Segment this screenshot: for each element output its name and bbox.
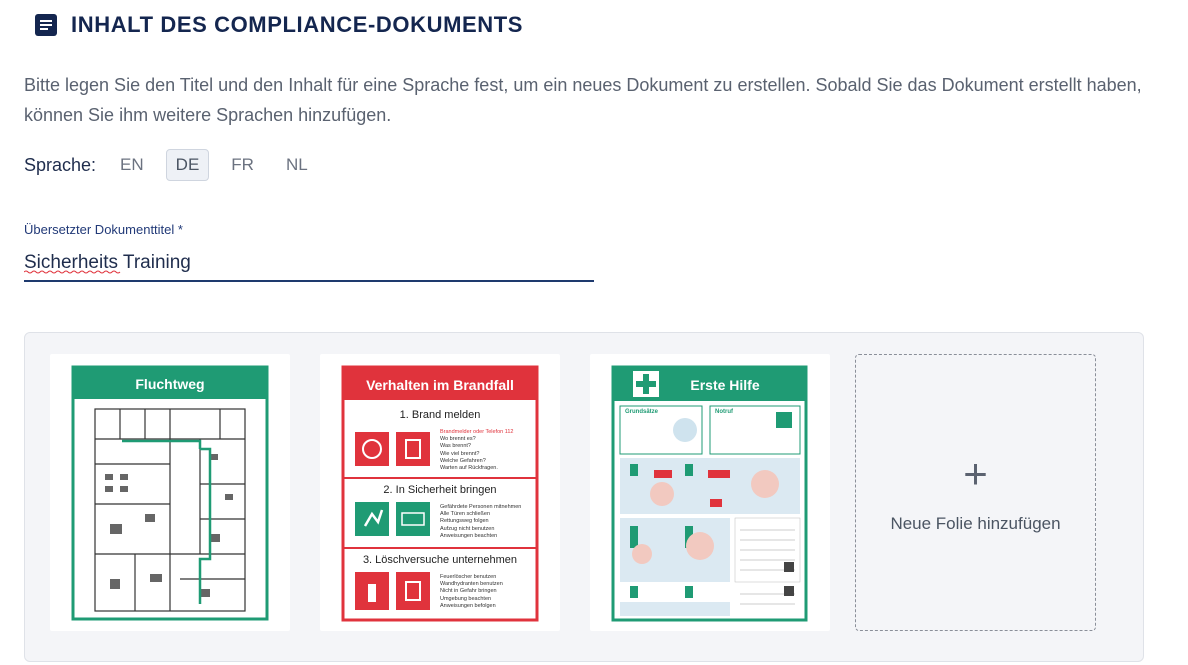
plus-icon: + xyxy=(963,450,988,497)
slide-fluchtweg[interactable]: Fluchtweg xyxy=(50,354,290,631)
section-lines-1: Brandmelder oder Telefon 112 Wo brennt e… xyxy=(440,429,514,472)
language-option-de[interactable]: DE xyxy=(165,149,210,181)
slide-title: Fluchtweg xyxy=(135,376,205,392)
section-line: Wie viel brennt? xyxy=(440,450,480,457)
language-option-en[interactable]: EN xyxy=(110,149,154,181)
escape-plan-thumbnail xyxy=(71,365,269,621)
section-lines-3: Feuerlöscher benutzen Wandhydranten benu… xyxy=(440,574,503,610)
section-line: Was brennt? xyxy=(440,443,471,450)
language-label: Sprache: xyxy=(24,154,97,175)
document-title-input[interactable] xyxy=(24,246,594,282)
page-title: INHALT DES COMPLIANCE-DOKUMENTS xyxy=(71,12,524,37)
document-icon xyxy=(35,14,57,36)
add-slide-label: Neue Folie hinzufügen xyxy=(890,514,1061,533)
section-line: Feuerlöscher benutzen xyxy=(440,574,497,580)
section-heading-2: 2. In Sicherheit bringen xyxy=(383,484,497,496)
language-selector: Sprache: EN DE FR NL xyxy=(24,148,330,182)
slide-erste-hilfe[interactable]: Erste Hilfe Grundsätze Notruf xyxy=(590,354,830,631)
slides-panel: Fluchtweg Verhalten im Brandfall 1. Bran… xyxy=(24,332,1144,662)
slide-title: Erste Hilfe xyxy=(690,377,760,393)
section-lines-2: Gefährdete Personen mitnehmen Alle Türen… xyxy=(440,504,521,540)
first-aid-subheading-grundsaetze: Grundsätze xyxy=(625,409,659,415)
slide-title: Verhalten im Brandfall xyxy=(366,377,514,393)
section-line: Umgebung beachten xyxy=(440,595,492,602)
section-line: Welche Gefahren? xyxy=(440,457,486,464)
section-line: Rettungsweg folgen xyxy=(440,518,489,525)
section-line: Wandhydranten benutzen xyxy=(440,581,503,588)
section-heading-1: 1. Brand melden xyxy=(399,409,481,421)
section-line: Brandmelder oder Telefon 112 xyxy=(440,429,514,435)
section-heading-3: 3. Löschversuche unternehmen xyxy=(362,554,518,566)
section-line: Anweisungen befolgen xyxy=(440,602,496,609)
first-aid-thumbnail xyxy=(611,365,808,622)
description-text: Bitte legen Sie den Titel und den Inhalt… xyxy=(24,75,1142,125)
section-line: Warten auf Rückfragen. xyxy=(440,465,498,472)
section-line: Aufzug nicht benutzen xyxy=(440,525,495,532)
title-field-label: Übersetzter Dokumenttitel * xyxy=(24,222,183,237)
first-aid-subheading-notruf: Notruf xyxy=(715,409,733,415)
section-line: Wo brennt es? xyxy=(440,436,476,443)
section-line: Alle Türen schließen xyxy=(440,511,491,518)
add-slide-button[interactable]: + Neue Folie hinzufügen xyxy=(855,354,1096,631)
section-line: Gefährdete Personen mitnehmen xyxy=(440,504,522,510)
language-option-nl[interactable]: NL xyxy=(276,149,318,181)
slide-brandfall[interactable]: Verhalten im Brandfall 1. Brand melden B… xyxy=(320,354,560,631)
language-option-fr[interactable]: FR xyxy=(221,149,264,181)
section-header: INHALT DES COMPLIANCE-DOKUMENTS xyxy=(34,12,523,38)
section-line: Anweisungen beachten xyxy=(440,532,498,539)
section-line: Nicht in Gefahr bringen xyxy=(440,588,497,595)
spellcheck-underline xyxy=(24,270,121,274)
